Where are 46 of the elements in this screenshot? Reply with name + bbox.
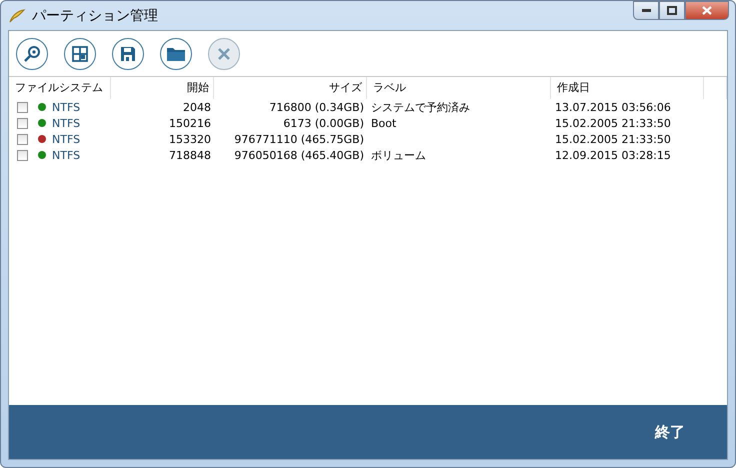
toolbar-button[interactable]: [112, 38, 144, 70]
grid-icon: [72, 46, 88, 62]
column-header[interactable]: 開始: [111, 77, 214, 99]
table-cell-text: 12.09.2015 03:28:15: [554, 148, 672, 162]
table-cell-text: 15.02.2005 21:33:50: [554, 116, 672, 130]
close-icon: [217, 47, 231, 61]
table-cell-text: 976050168 (465.40GB): [233, 148, 365, 162]
folder-icon: [166, 46, 186, 62]
column-header[interactable]: 作成日: [551, 77, 704, 99]
save-icon: [120, 46, 136, 62]
toolbar-button[interactable]: [160, 38, 192, 70]
table-cell-text: 2048: [182, 100, 212, 114]
table-cell: NTFS: [52, 148, 80, 162]
checkbox[interactable]: [17, 150, 28, 160]
column-header[interactable]: ファイルシステム: [9, 77, 111, 99]
app-icon: [8, 8, 26, 24]
table-cell-text: 13.07.2015 03:56:06: [554, 100, 672, 114]
table-cell-text: 716800 (0.34GB): [268, 100, 365, 114]
maximize-button[interactable]: [659, 1, 685, 20]
table-cell: ボリューム: [371, 148, 426, 162]
maximize-icon: [667, 6, 677, 15]
table-cell-text: 150216: [168, 116, 212, 130]
table-cell: システムで予約済み: [371, 100, 470, 114]
close-icon: [702, 6, 712, 15]
minimize-button[interactable]: [633, 1, 659, 20]
column-header[interactable]: ラベル: [367, 77, 551, 99]
table-cell-text: 718848: [168, 148, 212, 162]
table-cell: NTFS: [52, 100, 80, 114]
table-cell: NTFS: [52, 116, 80, 130]
close-button[interactable]: [685, 1, 729, 20]
table-cell: NTFS: [52, 132, 80, 146]
minimize-icon: [642, 9, 650, 12]
checkbox[interactable]: [17, 118, 28, 128]
toolbar-button[interactable]: [64, 38, 96, 70]
table-cell: Boot: [371, 116, 396, 130]
window-title: パーティション管理: [32, 6, 158, 24]
table-cell-text: 976771110 (465.75GB): [233, 132, 365, 146]
table-cell-text: 153320: [168, 132, 212, 146]
toolbar-button[interactable]: [16, 38, 48, 70]
table-cell-text: 6173 (0.00GB): [282, 116, 365, 130]
search-icon: [23, 45, 41, 63]
exit-button[interactable]: 終了: [649, 418, 691, 446]
column-header[interactable]: サイズ: [214, 77, 367, 99]
table-cell-text: 15.02.2005 21:33:50: [554, 132, 672, 146]
checkbox[interactable]: [17, 102, 28, 112]
checkbox[interactable]: [17, 134, 28, 144]
